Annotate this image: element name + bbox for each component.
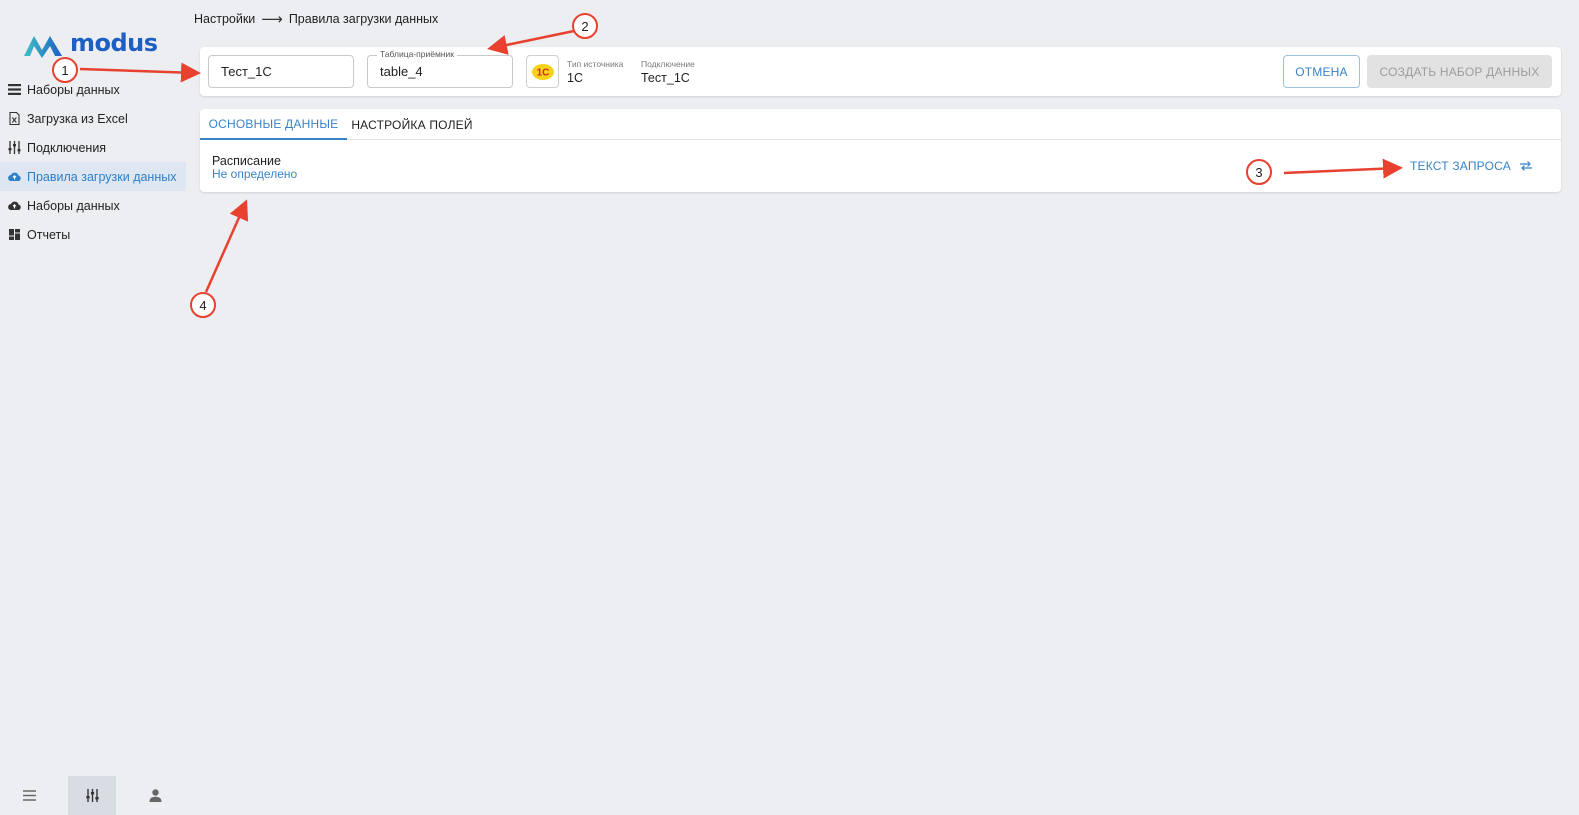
- logo-text: modus: [70, 29, 158, 57]
- breadcrumb-separator: ⟶: [261, 11, 283, 28]
- sidebar-item-label: Загрузка из Excel: [27, 111, 128, 126]
- cancel-button[interactable]: ОТМЕНА: [1283, 55, 1360, 88]
- connection: Подключение Тест_1С: [641, 59, 695, 85]
- rule-name-field: [208, 55, 354, 88]
- modus-logo-icon: [24, 36, 62, 58]
- tab-bar: ОСНОВНЫЕ ДАННЫЕ НАСТРОЙКА ПОЛЕЙ: [200, 109, 1561, 140]
- cloud-upload-icon: [8, 170, 21, 183]
- rule-name-input[interactable]: [209, 56, 353, 87]
- sidebar-nav: Наборы данных Загрузка из Excel Подключе…: [0, 75, 186, 249]
- sidebar: modus Наборы данных Загрузка из Excel По…: [0, 0, 186, 815]
- user-icon: [149, 789, 161, 802]
- annotation-arrow-2: [487, 29, 575, 55]
- source-type: Тип источника 1С: [567, 59, 623, 85]
- annotation-marker-1: 1: [52, 57, 78, 83]
- user-button[interactable]: [131, 776, 179, 815]
- source-logo-text: 1С: [536, 67, 549, 78]
- tab-fields-settings[interactable]: НАСТРОЙКА ПОЛЕЙ: [347, 109, 477, 140]
- schedule-value-link[interactable]: Не определено: [212, 167, 297, 181]
- menu-button[interactable]: [5, 776, 53, 815]
- dashboard-icon: [8, 228, 21, 241]
- breadcrumb-parent[interactable]: Настройки: [194, 12, 255, 26]
- sliders-icon: [8, 141, 21, 154]
- query-text-label: ТЕКСТ ЗАПРОСА: [1410, 159, 1511, 173]
- annotation-marker-4: 4: [190, 292, 216, 318]
- sidebar-item-connections[interactable]: Подключения: [0, 133, 186, 162]
- connection-value: Тест_1С: [641, 71, 690, 85]
- schedule-label: Расписание: [212, 154, 281, 168]
- sidebar-item-reports[interactable]: Отчеты: [0, 220, 186, 249]
- sidebar-item-label: Правила загрузки данных: [27, 169, 177, 184]
- annotation-marker-2: 2: [572, 13, 598, 39]
- sliders-icon: [85, 789, 99, 802]
- sidebar-item-label: Наборы данных: [27, 82, 120, 97]
- source-logo: 1С: [526, 55, 559, 88]
- sidebar-item-datasets-cloud[interactable]: Наборы данных: [0, 191, 186, 220]
- target-table-input[interactable]: [368, 56, 512, 87]
- menu-icon: [22, 790, 36, 801]
- annotation-marker-3: 3: [1246, 159, 1272, 185]
- target-table-label: Таблица-приёмник: [377, 49, 457, 59]
- annotation-arrow-4: [204, 199, 249, 293]
- sidebar-item-label: Отчеты: [27, 227, 71, 242]
- tab-main-data[interactable]: ОСНОВНЫЕ ДАННЫЕ: [200, 109, 347, 140]
- target-table-field: Таблица-приёмник: [367, 49, 513, 88]
- cloud-icon: [8, 199, 21, 212]
- 1c-logo-icon: 1С: [531, 63, 554, 80]
- rule-header-card: Таблица-приёмник 1С Тип источника 1С Под…: [200, 47, 1561, 96]
- create-dataset-button[interactable]: СОЗДАТЬ НАБОР ДАННЫХ: [1367, 55, 1552, 88]
- breadcrumb-current: Правила загрузки данных: [288, 12, 439, 26]
- source-type-value: 1С: [567, 71, 583, 85]
- list-icon: [8, 83, 21, 96]
- breadcrumb: Настройки ⟶ Правила загрузки данных: [194, 10, 438, 28]
- source-type-label: Тип источника: [567, 59, 624, 69]
- sidebar-item-excel-upload[interactable]: Загрузка из Excel: [0, 104, 186, 133]
- sidebar-item-load-rules[interactable]: Правила загрузки данных: [0, 162, 186, 191]
- rule-content-card: ОСНОВНЫЕ ДАННЫЕ НАСТРОЙКА ПОЛЕЙ Расписан…: [200, 109, 1561, 192]
- sidebar-bottom-bar: [0, 776, 186, 815]
- swap-arrows-icon: [1519, 161, 1532, 171]
- app-logo[interactable]: modus: [22, 29, 158, 60]
- excel-file-icon: [8, 112, 21, 125]
- sidebar-item-datasets[interactable]: Наборы данных: [0, 75, 186, 104]
- sidebar-item-label: Подключения: [27, 140, 107, 155]
- settings-button[interactable]: [68, 776, 116, 815]
- sidebar-item-label: Наборы данных: [27, 198, 120, 213]
- connection-label: Подключение: [641, 59, 695, 69]
- query-text-button[interactable]: ТЕКСТ ЗАПРОСА: [1410, 157, 1533, 175]
